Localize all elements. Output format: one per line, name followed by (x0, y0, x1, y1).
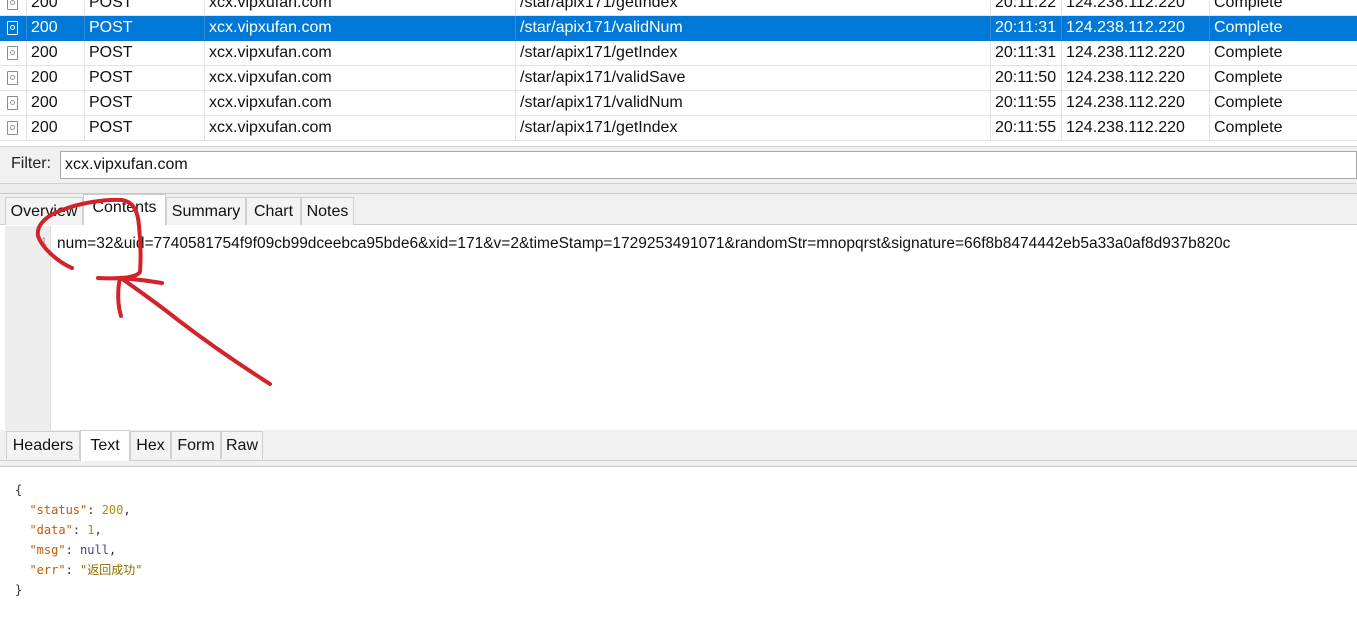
time-cell: 20:11:50 (991, 66, 1062, 90)
session-icon-cell (0, 41, 27, 65)
pane-splitter[interactable] (0, 184, 1357, 194)
filter-bar: Filter: (0, 146, 1357, 184)
tab-raw[interactable]: Raw (221, 431, 263, 459)
ip-cell: 124.238.112.220 (1062, 16, 1210, 40)
status-cell: Complete (1214, 94, 1283, 111)
json-value: 200 (101, 503, 124, 517)
response-json[interactable]: { "status": 200, "data": 1, "msg": null,… (15, 480, 142, 600)
request-doc-icon (7, 121, 18, 135)
tab-summary[interactable]: Summary (166, 197, 246, 225)
url-cell: /star/apix171/getIndex (516, 0, 991, 15)
protocol-cell: POST (85, 41, 205, 65)
result-cell: 200 (27, 0, 85, 15)
json-key: "err" (29, 563, 66, 577)
time-cell: 20:11:31 (991, 16, 1062, 40)
result-cell: 200 (27, 41, 85, 65)
url-cell: /star/apix171/getIndex (516, 41, 991, 65)
session-row[interactable]: 200 POST xcx.vipxufan.com/star/apix171/get… (0, 41, 1357, 66)
host-cell: xcx.vipxufan.com (205, 16, 516, 40)
host-cell: xcx.vipxufan.com (205, 0, 516, 15)
response-body-panel[interactable]: { "status": 200, "data": 1, "msg": null,… (5, 467, 1357, 623)
result-cell: 200 (27, 16, 85, 40)
tab-headers[interactable]: Headers (6, 431, 80, 459)
json-value: null (80, 543, 109, 557)
ip-cell: 124.238.112.220 (1062, 66, 1210, 90)
session-row[interactable]: 200 POST xcx.vipxufan.com/star/apix171/val… (0, 66, 1357, 91)
tab-form[interactable]: Form (171, 431, 221, 459)
json-close-brace: } (15, 583, 23, 597)
json-value: 1 (87, 523, 95, 537)
filter-input[interactable] (60, 151, 1357, 179)
protocol-cell: POST (85, 66, 205, 90)
json-value: "返回成功" (80, 563, 143, 577)
request-doc-icon (7, 96, 18, 110)
ip-cell: 124.238.112.220 (1062, 0, 1210, 15)
tab-notes[interactable]: Notes (301, 197, 354, 225)
url-cell: /star/apix171/getIndex (516, 116, 991, 140)
host-cell: xcx.vipxufan.com (205, 91, 516, 115)
json-key: "data" (29, 523, 73, 537)
session-icon-cell (0, 116, 27, 140)
session-icon-cell (0, 91, 27, 115)
request-doc-icon (7, 21, 18, 35)
request-doc-icon (7, 71, 18, 85)
session-row[interactable]: 200 POST xcx.vipxufan.com/star/apix171/val… (0, 16, 1357, 41)
time-cell: 20:11:55 (991, 116, 1062, 140)
session-row[interactable]: 200 POST xcx.vipxufan.com/star/apix171/get… (0, 116, 1357, 141)
time-cell: 20:11:31 (991, 41, 1062, 65)
time-cell: 20:11:22 (991, 0, 1062, 15)
result-cell: 200 (27, 66, 85, 90)
response-tab-strip: Headers Hex Form Raw Text (0, 430, 1357, 461)
status-cell: Complete (1214, 19, 1283, 36)
status-cell: Complete (1214, 44, 1283, 61)
ip-cell: 124.238.112.220 (1062, 41, 1210, 65)
session-list[interactable]: 200 POST xcx.vipxufan.com/star/apix171/get… (0, 0, 1357, 146)
url-cell: /star/apix171/validNum (516, 91, 991, 115)
protocol-cell: POST (85, 91, 205, 115)
time-cell: 20:11:55 (991, 91, 1062, 115)
status-cell: Complete (1214, 119, 1283, 136)
status-cell: Complete (1214, 0, 1283, 11)
ip-cell: 124.238.112.220 (1062, 91, 1210, 115)
status-cell: Complete (1214, 69, 1283, 86)
filter-label: Filter: (11, 155, 51, 172)
session-icon-cell (0, 16, 27, 40)
url-cell: /star/apix171/validSave (516, 66, 991, 90)
tab-overview[interactable]: Overview (5, 197, 83, 225)
session-row[interactable]: 200 POST xcx.vipxufan.com/star/apix171/val… (0, 91, 1357, 116)
protocol-cell: POST (85, 16, 205, 40)
tab-chart[interactable]: Chart (246, 197, 301, 225)
host-cell: xcx.vipxufan.com (205, 116, 516, 140)
result-cell: 200 (27, 116, 85, 140)
json-key: "status" (29, 503, 88, 517)
request-body-text[interactable]: num=32&uid=7740581754f9f09cb99dceebca95b… (57, 235, 1323, 253)
session-icon-cell (0, 66, 27, 90)
request-tab-strip: Overview Summary Chart Notes Contents (0, 194, 1357, 225)
ip-cell: 124.238.112.220 (1062, 116, 1210, 140)
host-cell: xcx.vipxufan.com (205, 66, 516, 90)
json-open-brace: { (15, 483, 23, 497)
protocol-cell: POST (85, 0, 205, 15)
request-doc-icon (7, 0, 18, 10)
request-doc-icon (7, 46, 18, 60)
line-number: 1 (40, 236, 47, 248)
result-cell: 200 (27, 91, 85, 115)
tab-hex[interactable]: Hex (130, 431, 171, 459)
session-row[interactable]: 200 POST xcx.vipxufan.com/star/apix171/get… (0, 0, 1357, 16)
session-icon-cell (0, 0, 27, 15)
line-gutter: 1 (5, 226, 51, 430)
json-key: "msg" (29, 543, 66, 557)
protocol-cell: POST (85, 116, 205, 140)
host-cell: xcx.vipxufan.com (205, 41, 516, 65)
tab-contents[interactable]: Contents (83, 194, 166, 225)
request-body-panel[interactable]: 1 num=32&uid=7740581754f9f09cb99dceebca9… (5, 226, 1357, 430)
url-cell: /star/apix171/validNum (516, 16, 991, 40)
tab-text[interactable]: Text (80, 430, 130, 461)
